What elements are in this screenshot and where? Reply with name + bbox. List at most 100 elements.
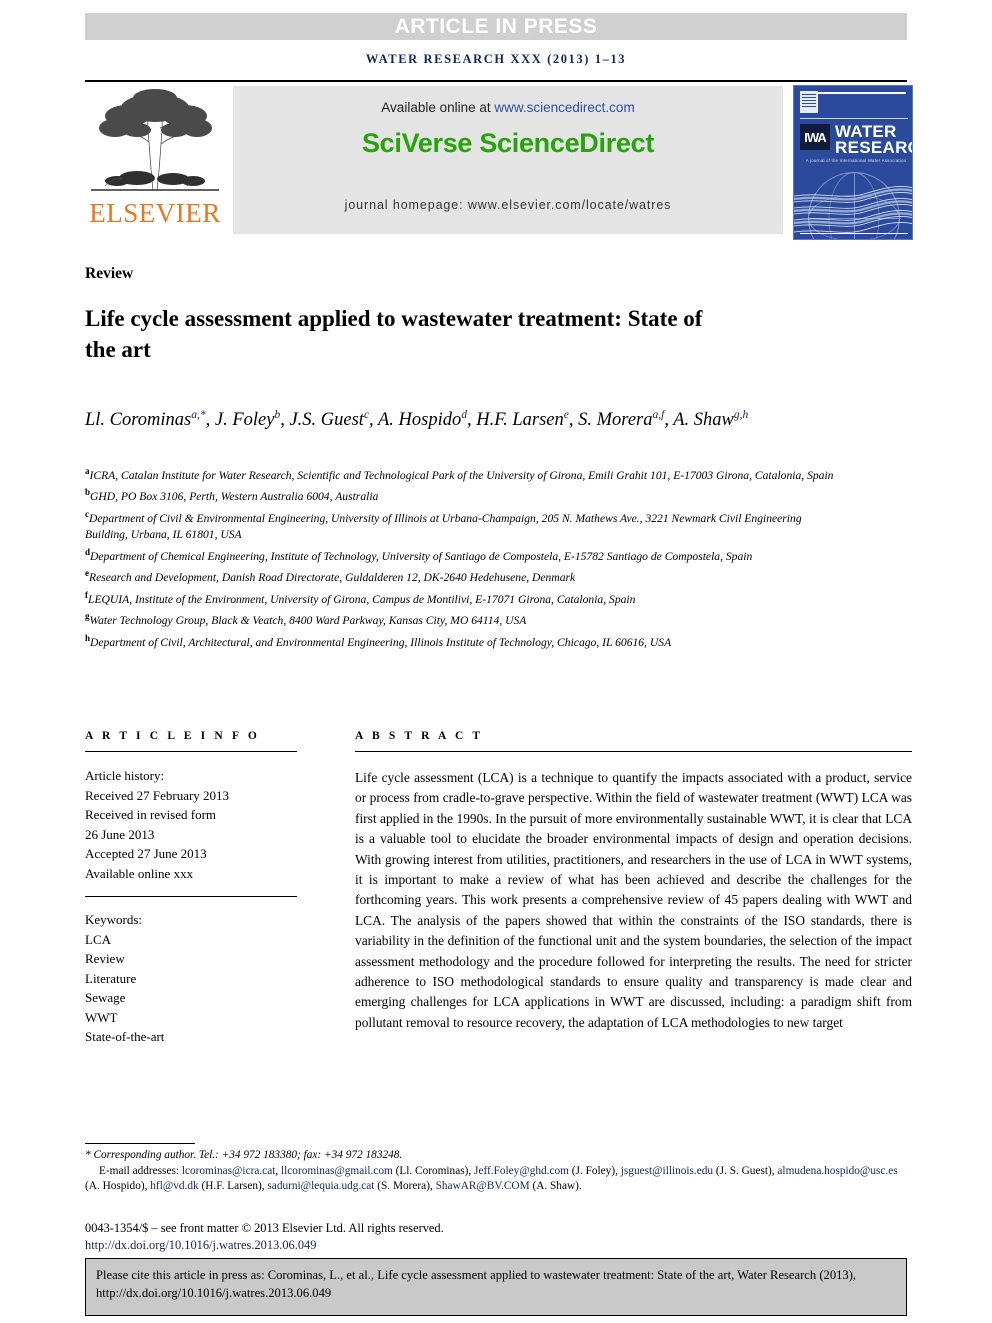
article-history-items: Received 27 February 2013 Received in rev…	[85, 786, 297, 884]
iwa-logo-icon: IWA	[800, 124, 830, 150]
cite-this-article-box: Please cite this article in press as: Co…	[85, 1258, 907, 1316]
email-address-link[interactable]: hfl@vd.dk	[150, 1180, 198, 1192]
email-owner-name: (J. S. Guest)	[713, 1164, 772, 1177]
journal-cover-image: IWA WATER RESEARCH A journal of the Inte…	[793, 85, 913, 240]
affiliation-item: gWater Technology Group, Black & Veatch,…	[85, 611, 527, 628]
author-list: Ll. Corominasa,*, J. Foleyb, J.S. Guestc…	[85, 409, 749, 431]
cover-title-line2: RESEARCH	[835, 138, 912, 157]
affiliation-mark: d	[85, 546, 91, 557]
article-in-press-label: ARTICLE IN PRESS	[394, 14, 598, 38]
author-affiliation-mark: g,h	[733, 409, 749, 421]
article-history-block: Article history: Received 27 February 20…	[85, 766, 297, 883]
article-info-heading: A R T I C L E I N F O	[85, 730, 260, 742]
cover-subtitle: A journal of the International Water Ass…	[805, 158, 907, 163]
article-history-item: Received 27 February 2013	[85, 787, 230, 803]
abstract-column: A B S T R A C T Life cycle assessment (L…	[355, 730, 912, 1033]
affiliation-item: dDepartment of Chemical Engineering, Ins…	[85, 546, 753, 563]
sciverse-sciencedirect-title: SciVerse ScienceDirect	[361, 128, 655, 158]
email-owner-name: (A. Shaw)	[529, 1180, 579, 1193]
article-history-item: 26 June 2013	[85, 826, 155, 842]
copyright-line: 0043-1354/$ – see front matter © 2013 El…	[85, 1221, 444, 1235]
page-title: Life cycle assessment applied to wastewa…	[85, 306, 703, 362]
email-address-link[interactable]: sadurni@lequia.udg.cat	[267, 1180, 374, 1192]
keywords-items: LCA Review Literature Sewage WWT State-of-the…	[85, 930, 297, 1047]
author-affiliation-mark: d	[461, 409, 467, 421]
journal-homepage-line[interactable]: journal homepage: www.elsevier.com/locat…	[233, 198, 783, 212]
keyword-item: Literature	[85, 970, 137, 986]
cite-this-article-text: Please cite this article in press as: Co…	[96, 1268, 857, 1300]
sciencedirect-banner: Available online at www.sciencedirect.co…	[233, 86, 783, 234]
keyword-item: WWT	[85, 1009, 118, 1025]
keyword-item: LCA	[85, 931, 111, 947]
affiliation-list: aICRA, Catalan Institute for Water Resea…	[85, 463, 845, 651]
abstract-rule	[355, 751, 912, 752]
author-affiliation-mark: e	[563, 409, 569, 421]
email-owner-name: (Ll. Corominas)	[392, 1164, 469, 1177]
author-name: H.F. Larsen	[476, 410, 564, 431]
author-name: A. Hospido	[377, 410, 462, 431]
author-name: J.S. Guest	[289, 410, 364, 431]
author-affiliation-mark: a,*	[191, 409, 206, 421]
author-affiliation-mark: b	[274, 409, 281, 421]
email-owner-name: (S. Morera)	[374, 1180, 430, 1193]
author-name: Ll. Corominas	[85, 410, 192, 431]
email-owner-name: (J. Foley)	[568, 1164, 616, 1177]
article-type-label: Review	[85, 265, 134, 282]
author-name: A. Shaw	[673, 410, 734, 431]
affiliation-mark: h	[85, 632, 91, 643]
affiliation-item: fLEQUIA, Institute of the Environment, U…	[85, 589, 636, 606]
email-addresses-label: E-mail addresses:	[99, 1164, 182, 1177]
abstract-text: Life cycle assessment (LCA) is a techniq…	[355, 770, 912, 1030]
email-owner-name: (H.F. Larsen)	[198, 1180, 262, 1193]
email-address-link[interactable]: llcorominas@gmail.com	[281, 1165, 393, 1177]
article-in-press-banner: ARTICLE IN PRESS	[85, 13, 907, 40]
article-history-item: Available online xxx	[85, 865, 194, 881]
affiliation-item: eResearch and Development, Danish Road D…	[85, 568, 576, 585]
elsevier-wordmark: ELSEVIER	[89, 198, 221, 228]
email-address-link[interactable]: Jeff.Foley@ghd.com	[474, 1165, 569, 1177]
sciencedirect-url[interactable]: www.sciencedirect.com	[494, 100, 634, 115]
article-info-rule	[85, 751, 297, 752]
affiliation-mark: f	[85, 589, 88, 600]
article-history-label: Article history:	[85, 768, 165, 783]
email-address-link[interactable]: lcorominas@icra.cat	[182, 1165, 276, 1177]
keywords-label: Keywords:	[85, 912, 143, 927]
iwa-logo-text: IWA	[804, 129, 827, 145]
keyword-item: State-of-the-art	[85, 1029, 165, 1044]
affiliation-mark: c	[85, 508, 89, 519]
article-history-item: Received in revised form	[85, 807, 217, 822]
email-addresses-note: E-mail addresses: lcorominas@icra.cat, l…	[85, 1164, 898, 1193]
doi-link[interactable]: http://dx.doi.org/10.1016/j.watres.2013.…	[85, 1238, 316, 1253]
keyword-item: Review	[85, 951, 125, 966]
available-online-prefix: Available online at	[381, 100, 495, 115]
article-info-column: A R T I C L E I N F O Article history: R…	[85, 730, 297, 1047]
author-name: J. Foley	[214, 410, 275, 431]
cover-corner-mark-icon	[800, 91, 818, 113]
available-online-line: Available online at www.sciencedirect.co…	[233, 100, 783, 115]
email-address-link[interactable]: ShawAR@BV.COM	[436, 1180, 530, 1192]
journal-masthead: ELSEVIER Available online at www.science…	[85, 80, 913, 240]
cover-bottom-rule	[800, 232, 908, 234]
elsevier-logo: ELSEVIER	[85, 86, 225, 238]
author-affiliation-mark: a,f	[652, 409, 665, 421]
affiliation-mark: b	[85, 487, 91, 498]
affiliation-mark: g	[85, 611, 90, 622]
cover-divider-rule	[800, 118, 908, 119]
footnote-block: * Corresponding author. Tel.: +34 972 18…	[85, 1148, 915, 1195]
affiliation-mark: e	[85, 568, 89, 579]
author-affiliation-mark: c	[363, 409, 370, 421]
affiliation-item: cDepartment of Civil & Environmental Eng…	[85, 508, 802, 542]
affiliation-item: aICRA, Catalan Institute for Water Resea…	[85, 466, 834, 482]
keyword-item: Sewage	[85, 990, 126, 1005]
affiliation-mark: a	[85, 466, 90, 476]
email-address-link[interactable]: jsguest@illinois.edu	[621, 1165, 713, 1177]
abstract-heading: A B S T R A C T	[355, 730, 484, 742]
affiliation-item: bGHD, PO Box 3106, Perth, Western Austra…	[85, 487, 379, 504]
keywords-block: Keywords: LCA Review Literature Sewage WWT St…	[85, 910, 297, 1047]
email-address-link[interactable]: almudena.hospido@usc.es	[777, 1165, 897, 1177]
author-name: S. Morera	[578, 410, 653, 431]
affiliation-item: hDepartment of Civil, Architectural, and…	[85, 632, 672, 649]
article-history-item: Accepted 27 June 2013	[85, 846, 207, 861]
footnote-separator-rule	[85, 1143, 195, 1144]
email-owner-name: (A. Hospido)	[85, 1180, 145, 1193]
